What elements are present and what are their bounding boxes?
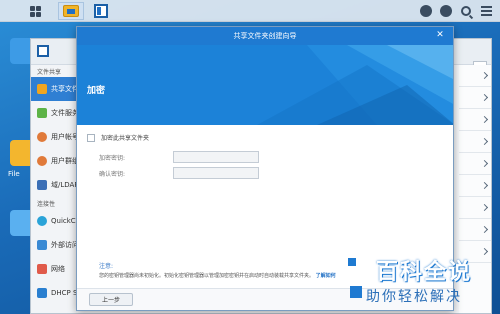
control-panel-button[interactable] bbox=[88, 2, 114, 20]
list-row[interactable] bbox=[459, 197, 491, 219]
taskbar bbox=[0, 0, 500, 22]
quickconnect-icon bbox=[37, 216, 47, 226]
sidebar-item-label: 网络 bbox=[51, 265, 65, 273]
chevron-right-icon bbox=[480, 203, 489, 212]
learn-how-link[interactable]: 了解如何 bbox=[316, 273, 336, 279]
category-file-sharing: 文件共享 bbox=[37, 68, 62, 76]
sidebar-item-user[interactable]: 用户帐号 bbox=[31, 125, 77, 149]
search-icon bbox=[461, 6, 471, 16]
wizard-header-banner: 加密 bbox=[77, 45, 453, 125]
file-station-button[interactable] bbox=[58, 2, 84, 20]
wizard-title: 共享文件夹创建向导 bbox=[233, 32, 297, 40]
chevron-right-icon bbox=[480, 115, 489, 124]
list-row[interactable] bbox=[459, 219, 491, 241]
dhcp-icon bbox=[37, 288, 47, 298]
category-connectivity: 连接性 bbox=[37, 200, 56, 208]
file-services-icon bbox=[37, 108, 47, 118]
sidebar-item-external-access[interactable]: 外部访问 bbox=[31, 233, 77, 257]
main-menu-icon bbox=[29, 5, 41, 17]
encrypt-checkbox-label: 加密此共享文件夹 bbox=[101, 135, 150, 142]
watermark-subtitle: 助你轻松解决 bbox=[366, 289, 462, 305]
sidebar-item-label: 文件服务 bbox=[51, 109, 77, 117]
group-icon bbox=[37, 156, 47, 166]
list-row[interactable] bbox=[459, 131, 491, 153]
chevron-right-icon bbox=[480, 137, 489, 146]
options-icon bbox=[480, 6, 492, 16]
search-button[interactable] bbox=[458, 2, 474, 20]
main-menu-button[interactable] bbox=[22, 2, 48, 20]
note-text: 您的密钥管理器尚未初始化。初始化密钥管理器以管理加密密钥并在启动时自动装载共享文… bbox=[99, 272, 336, 279]
user-button[interactable] bbox=[438, 2, 454, 20]
sidebar-item-label: DHCP Server bbox=[51, 289, 77, 297]
network-icon bbox=[37, 264, 47, 274]
sidebar-item-file-services[interactable]: 文件服务 bbox=[31, 101, 77, 125]
list-row[interactable] bbox=[459, 109, 491, 131]
notification-icon bbox=[420, 5, 432, 17]
sidebar-item-dhcp[interactable]: DHCP Server bbox=[31, 281, 77, 305]
confirm-key-label: 确认密钥: bbox=[99, 171, 126, 178]
list-row[interactable] bbox=[459, 175, 491, 197]
sidebar-item-network[interactable]: 网络 bbox=[31, 257, 77, 281]
watermark-small-logo-icon bbox=[350, 286, 362, 298]
note-body: 您的密钥管理器尚未初始化。初始化密钥管理器以管理加密密钥并在启动时自动装载共享文… bbox=[99, 273, 315, 279]
list-row[interactable] bbox=[459, 65, 491, 87]
desktop-file-label: File bbox=[8, 170, 20, 178]
control-panel-sidebar: 文件共享 共享文件夹 文件服务 用户帐号 用户群组 域/LDAP 连接性 Qui… bbox=[31, 65, 77, 313]
file-station-icon bbox=[63, 5, 79, 17]
sidebar-item-label: 外部访问 bbox=[51, 241, 77, 249]
sidebar-item-quickconnect[interactable]: QuickConnect bbox=[31, 209, 77, 233]
external-access-icon bbox=[37, 240, 47, 250]
encrypt-checkbox[interactable] bbox=[87, 133, 95, 142]
note-title: 注意: bbox=[99, 263, 114, 270]
sidebar-item-shared-folder[interactable]: 共享文件夹 bbox=[31, 77, 77, 101]
watermark-logo-icon bbox=[346, 256, 358, 268]
chevron-right-icon bbox=[480, 225, 489, 234]
options-button[interactable] bbox=[478, 2, 494, 20]
encryption-key-label: 加密密钥: bbox=[99, 155, 126, 162]
sidebar-item-label: 用户群组 bbox=[51, 157, 77, 165]
user-icon bbox=[37, 132, 47, 142]
sidebar-item-label: QuickConnect bbox=[51, 217, 77, 225]
user-icon bbox=[440, 5, 452, 17]
chevron-right-icon bbox=[480, 93, 489, 102]
chevron-right-icon bbox=[480, 71, 489, 80]
sidebar-item-group[interactable]: 用户群组 bbox=[31, 149, 77, 173]
sidebar-item-label: 用户帐号 bbox=[51, 133, 77, 141]
control-panel-icon bbox=[94, 4, 108, 18]
shared-folder-icon bbox=[37, 84, 47, 94]
wizard-titlebar: 共享文件夹创建向导 ✕ bbox=[77, 27, 453, 45]
list-row[interactable] bbox=[459, 87, 491, 109]
chevron-right-icon bbox=[480, 159, 489, 168]
confirm-key-input[interactable] bbox=[173, 167, 259, 179]
watermark-title: 百科全说 bbox=[376, 260, 473, 285]
watermark: 百科全说 助你轻松解决 bbox=[346, 254, 496, 310]
wizard-heading: 加密 bbox=[87, 86, 106, 96]
notification-button[interactable] bbox=[418, 2, 434, 20]
control-panel-logo-icon bbox=[37, 45, 49, 57]
header-decoration bbox=[257, 45, 453, 125]
sidebar-item-label: 域/LDAP bbox=[51, 181, 77, 189]
encrypt-checkbox-row[interactable]: 加密此共享文件夹 bbox=[87, 133, 149, 142]
sidebar-item-label: 共享文件夹 bbox=[51, 85, 77, 93]
list-row[interactable] bbox=[459, 153, 491, 175]
domain-icon bbox=[37, 180, 47, 190]
previous-button[interactable]: 上一步 bbox=[89, 293, 133, 306]
sidebar-item-domain[interactable]: 域/LDAP bbox=[31, 173, 77, 197]
close-icon[interactable]: ✕ bbox=[435, 30, 445, 40]
chevron-right-icon bbox=[480, 181, 489, 190]
encryption-key-input[interactable] bbox=[173, 151, 259, 163]
